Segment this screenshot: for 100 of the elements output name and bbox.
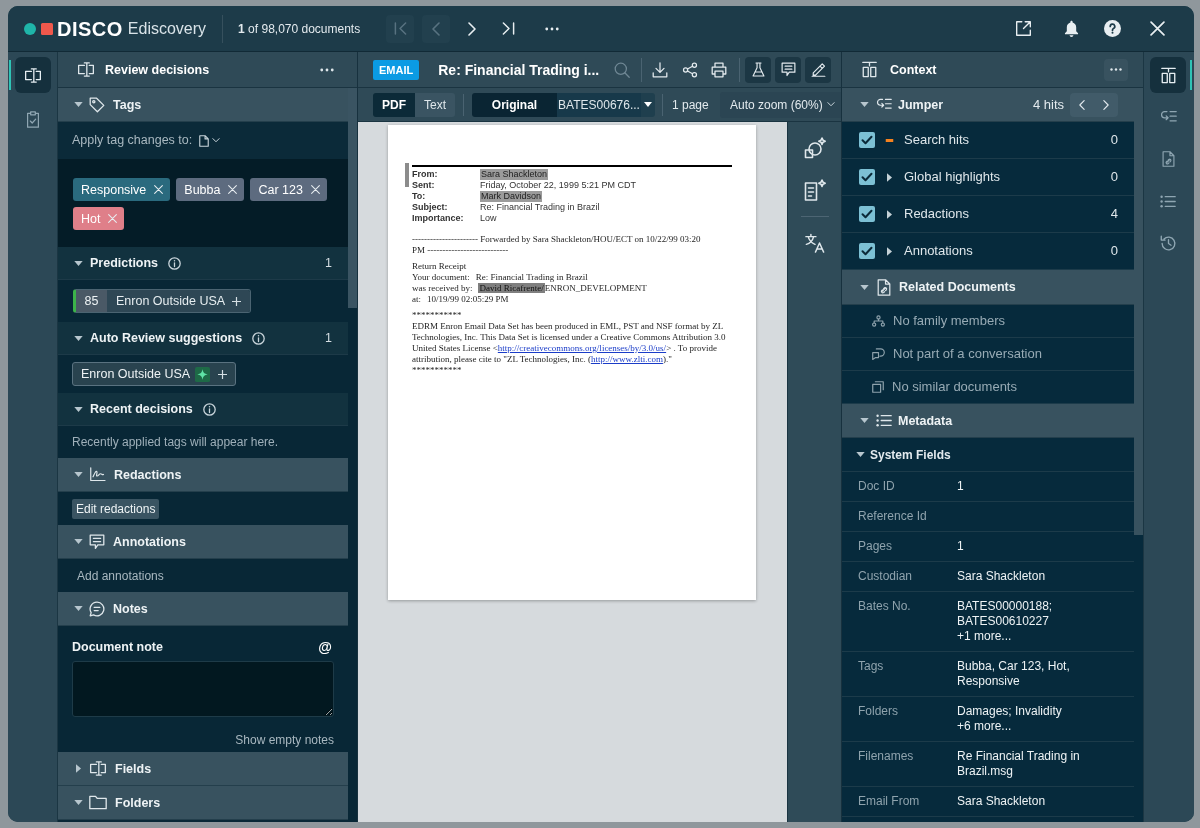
apply-label: Apply tag changes to: bbox=[72, 132, 193, 150]
shapes-sparkle-icon[interactable] bbox=[803, 137, 826, 159]
product-name: Ediscovery bbox=[127, 18, 207, 39]
document-sparkle-icon[interactable] bbox=[803, 179, 826, 201]
close-icon[interactable] bbox=[228, 185, 238, 194]
external-link-icon[interactable] bbox=[1015, 20, 1032, 37]
panel-title: Context bbox=[890, 61, 937, 78]
email-header-value: Low bbox=[480, 213, 497, 224]
caret-down-icon[interactable] bbox=[859, 102, 869, 107]
checkbox[interactable] bbox=[859, 132, 875, 148]
field-label: Bates No. bbox=[858, 599, 912, 615]
close-icon[interactable] bbox=[154, 185, 164, 194]
rail-button[interactable] bbox=[1150, 57, 1186, 93]
caret-down-icon[interactable] bbox=[73, 102, 83, 107]
close-icon[interactable] bbox=[310, 185, 320, 194]
link[interactable]: http://www.zlti.com bbox=[591, 354, 663, 364]
caret-down-icon[interactable] bbox=[73, 260, 83, 266]
lab-tool-button[interactable] bbox=[745, 56, 772, 83]
view-mode-tab[interactable]: PDF bbox=[373, 92, 415, 117]
apply-tag-button[interactable]: Enron Outside USA bbox=[107, 290, 251, 312]
tag-label: Bubba bbox=[184, 181, 221, 198]
link[interactable]: http://creativecommons.org/licenses/by/3.0/us/ bbox=[497, 343, 667, 353]
download-icon[interactable] bbox=[652, 61, 669, 78]
annotate-button[interactable] bbox=[775, 56, 802, 83]
rail-button[interactable] bbox=[15, 57, 51, 93]
section-title: Jumper bbox=[898, 96, 944, 113]
section-title: Folders bbox=[115, 794, 161, 811]
caret-right-icon[interactable] bbox=[75, 764, 81, 773]
redacted-text: Mark Davidson bbox=[480, 191, 543, 202]
section-title: Tags bbox=[113, 96, 142, 113]
empty-message: Recently applied tags will appear here. bbox=[72, 434, 279, 451]
first-page-icon bbox=[393, 22, 407, 35]
close-icon[interactable] bbox=[1150, 21, 1165, 36]
more-link[interactable]: +1 more... bbox=[957, 629, 1012, 644]
caret-down-icon[interactable] bbox=[859, 284, 869, 290]
show-empty-notes-link[interactable]: Show empty notes bbox=[235, 731, 334, 749]
share-icon[interactable] bbox=[682, 61, 699, 78]
translate-icon[interactable] bbox=[804, 233, 825, 253]
linked-document-icon bbox=[877, 278, 891, 296]
highlighter-icon bbox=[810, 62, 826, 77]
clipboard-check-icon bbox=[26, 110, 40, 128]
caret-down-icon[interactable] bbox=[73, 539, 83, 544]
text-cursor-box-icon bbox=[89, 761, 107, 776]
note-field[interactable] bbox=[72, 661, 334, 717]
caret-down-icon[interactable] bbox=[73, 606, 83, 611]
info-icon[interactable] bbox=[202, 402, 216, 416]
list-icon bbox=[1160, 194, 1176, 208]
print-icon[interactable] bbox=[711, 61, 728, 78]
sparkle-icon bbox=[195, 366, 211, 382]
edit-redactions-button[interactable]: Edit redactions bbox=[72, 498, 160, 519]
email-text: at: bbox=[412, 294, 421, 304]
version-tab[interactable]: Original bbox=[472, 92, 557, 117]
more-button[interactable] bbox=[1104, 58, 1128, 81]
file-icon bbox=[199, 134, 210, 147]
info-icon[interactable] bbox=[252, 331, 266, 345]
prediction-score: 85 bbox=[76, 290, 107, 312]
search-icon[interactable] bbox=[614, 61, 631, 78]
chevron-down-icon bbox=[212, 138, 221, 143]
chat-bubbles-icon bbox=[872, 348, 885, 360]
versions-dropdown-button[interactable] bbox=[641, 92, 655, 117]
suggested-tag-button[interactable]: Enron Outside USA bbox=[72, 362, 237, 386]
add-annotations-link[interactable]: Add annotations bbox=[77, 566, 164, 585]
view-mode-tab[interactable]: Text bbox=[415, 92, 455, 117]
caret-down-icon[interactable] bbox=[73, 800, 83, 805]
highlight-button[interactable] bbox=[805, 56, 832, 83]
section-title: Predictions bbox=[90, 255, 159, 271]
caret-down-icon[interactable] bbox=[855, 452, 865, 457]
plus-icon bbox=[218, 369, 228, 379]
scope-dropdown[interactable] bbox=[199, 134, 221, 147]
section-title: Redactions bbox=[114, 466, 182, 483]
zoom-select[interactable]: Auto zoom (60%) bbox=[720, 91, 841, 118]
version-tab[interactable]: BATES00676... bbox=[557, 92, 641, 117]
caret-right-icon[interactable] bbox=[886, 172, 892, 182]
scrollbar-thumb[interactable] bbox=[1134, 88, 1143, 535]
help-icon[interactable] bbox=[1104, 20, 1121, 37]
info-icon[interactable] bbox=[168, 256, 182, 270]
caret-down-icon[interactable] bbox=[73, 335, 83, 341]
caret-down-icon[interactable] bbox=[859, 418, 869, 423]
more-link[interactable]: +6 more... bbox=[957, 719, 1012, 734]
related-status: No similar documents bbox=[892, 378, 1017, 397]
checkbox[interactable] bbox=[859, 206, 875, 222]
tag-input-field[interactable]: Responsive Bubba Car 123 Hot bbox=[58, 159, 348, 247]
caret-down-icon[interactable] bbox=[73, 472, 83, 477]
section-title: Fields bbox=[115, 760, 152, 777]
linked-document-icon bbox=[1161, 151, 1175, 167]
related-status: Not part of a conversation bbox=[893, 345, 1042, 364]
caret-right-icon[interactable] bbox=[886, 209, 892, 219]
license-paragraph: EDRM Enron Email Data Set has been produced in EML, PST and NSF format by ZL Technologies, Inc. This Data Set is licensed under a Creative Commons Attribution 3.0 United States License <http://creativecommons.org/licenses/by/3.0/us/> . To provide attribution, please cite to "ZL Technologies, Inc. (http://www.zlti.com)." bbox=[412, 321, 727, 365]
bell-icon[interactable] bbox=[1064, 20, 1079, 37]
checkbox[interactable] bbox=[859, 169, 875, 185]
redacted-text: Sara Shackleton bbox=[480, 169, 549, 180]
checkbox[interactable] bbox=[859, 243, 875, 259]
jumper-count: 0 bbox=[1110, 131, 1118, 150]
jump-list-icon bbox=[876, 98, 892, 111]
scrollbar-thumb[interactable] bbox=[348, 88, 357, 308]
group-title: System Fields bbox=[870, 446, 951, 464]
caret-down-icon[interactable] bbox=[73, 406, 83, 412]
caret-right-icon[interactable] bbox=[886, 246, 892, 256]
mention-button[interactable]: @ bbox=[316, 636, 334, 658]
email-header-label: To: bbox=[412, 191, 427, 202]
